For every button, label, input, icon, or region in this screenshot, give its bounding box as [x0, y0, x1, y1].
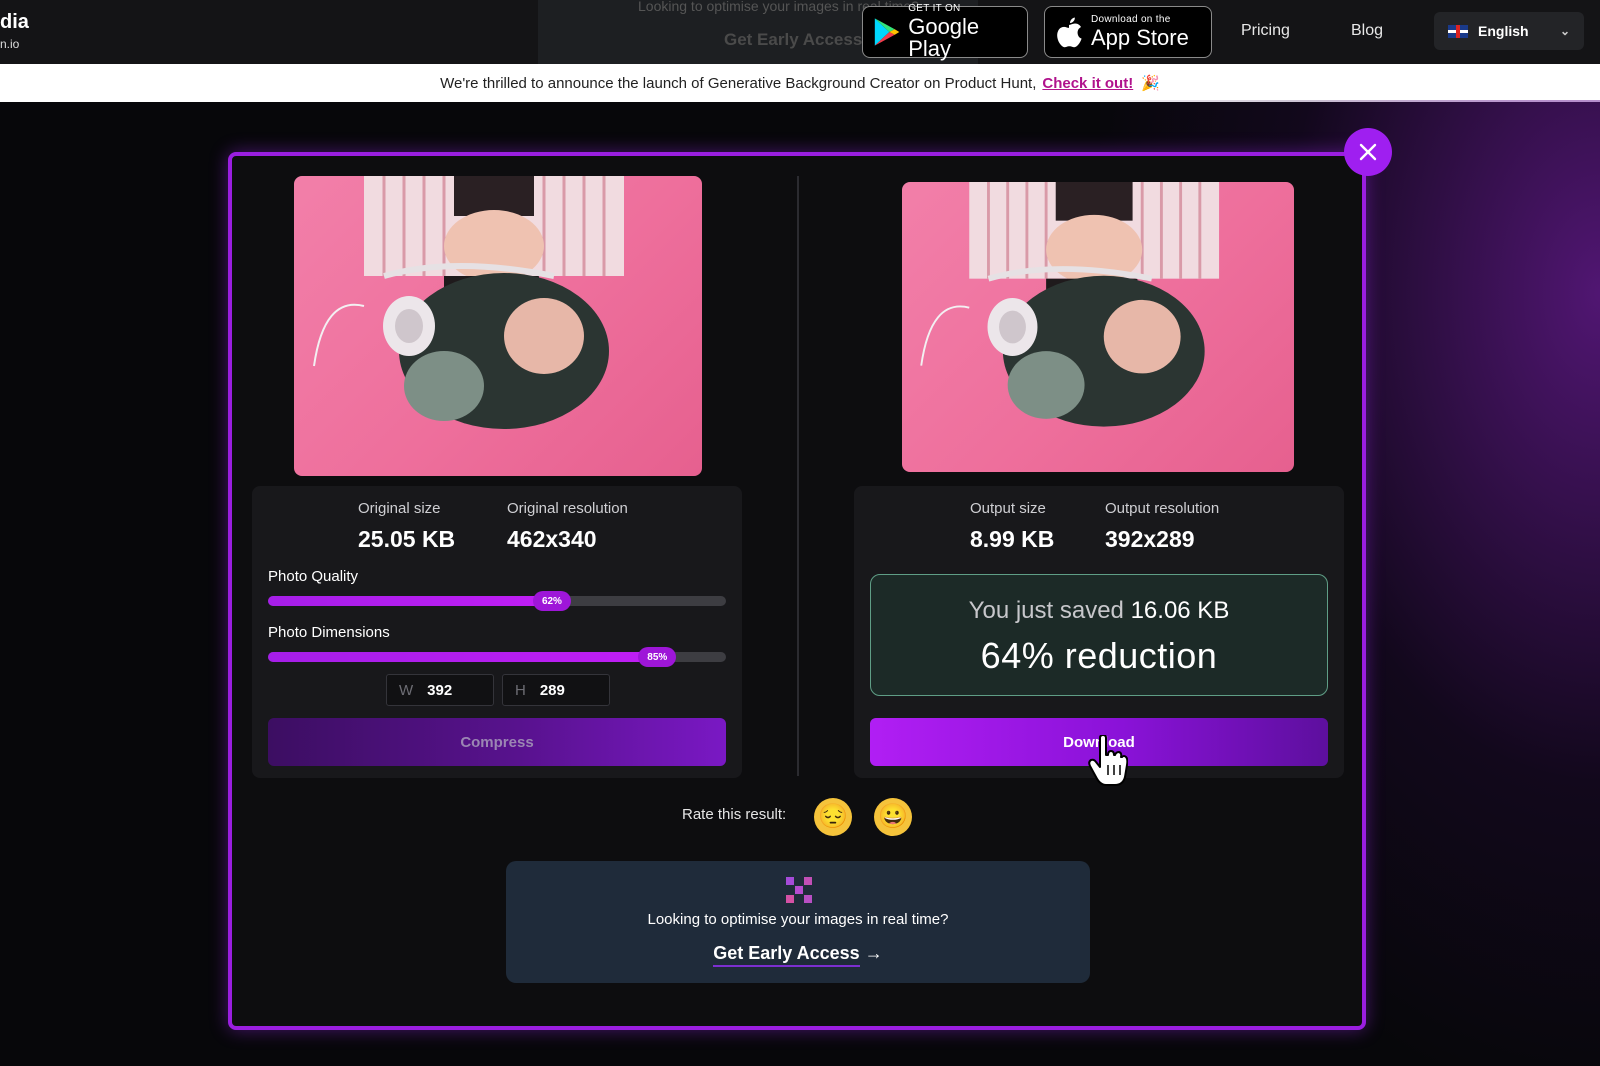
photo-dimensions-handle[interactable]: 85% — [638, 647, 677, 667]
language-selector[interactable]: English ⌄ — [1434, 12, 1584, 50]
original-size-value: 25.05 KB — [358, 526, 456, 552]
announcement-link[interactable]: Check it out! — [1042, 75, 1133, 92]
output-photo-illustration — [920, 182, 1220, 427]
google-play-small-text: GET IT ON — [908, 3, 961, 14]
output-resolution-label: Output resolution — [1105, 500, 1220, 517]
original-image-preview — [294, 176, 702, 476]
chevron-down-icon: ⌄ — [1559, 24, 1570, 38]
arrow-right-icon: → — [864, 943, 883, 963]
top-navigation-bar: dia n.io Looking to optimise your images… — [0, 0, 1600, 64]
photo-dimensions-fill — [268, 652, 658, 662]
uk-flag-icon — [1448, 24, 1468, 38]
google-play-icon — [874, 18, 900, 46]
photo-quality-label: Photo Quality — [268, 568, 359, 585]
output-resolution-value: 392x289 — [1105, 526, 1195, 552]
photo-quality-handle[interactable]: 62% — [532, 591, 571, 611]
height-field[interactable]: H 289 — [502, 674, 610, 706]
brand-x-icon — [786, 877, 812, 903]
output-size-label: Output size — [970, 500, 1046, 517]
photo-dimensions-slider[interactable]: 85% — [268, 647, 726, 667]
height-key: H — [515, 681, 526, 699]
width-value: 392 — [427, 681, 453, 699]
hand-cursor-icon — [1088, 735, 1128, 786]
saved-line: You just saved 16.06 KB — [871, 597, 1327, 625]
photo-quality-value: 62% — [541, 595, 562, 607]
column-divider — [797, 176, 799, 776]
happy-face-icon[interactable]: 😀 — [874, 798, 912, 836]
original-photo-illustration — [313, 176, 624, 429]
language-label: English — [1478, 23, 1529, 39]
sad-face-icon[interactable]: 😔 — [814, 798, 852, 836]
app-store-big-text: App Store — [1091, 25, 1189, 50]
logo-line-1: dia — [0, 11, 29, 33]
promo-question: Looking to optimise your images in real … — [647, 911, 949, 928]
saved-amount: 16.06 KB — [1130, 597, 1230, 624]
get-early-access-label: Get Early Access — [713, 943, 860, 967]
apple-icon — [1057, 17, 1082, 48]
saved-prefix: You just saved — [968, 597, 1124, 624]
party-icon: 🎉 — [1141, 75, 1160, 92]
close-button[interactable] — [1344, 128, 1392, 176]
photo-quality-fill — [268, 596, 552, 606]
reduction-percent: 64% reduction — [980, 635, 1218, 676]
original-resolution-value: 462x340 — [507, 526, 597, 552]
google-play-button[interactable]: GET IT ON Google Play — [862, 3, 1028, 61]
google-play-big-text: Google Play — [908, 14, 980, 61]
compress-button[interactable]: Compress — [268, 718, 726, 766]
width-field[interactable]: W 392 — [386, 674, 494, 706]
announcement-bar: We're thrilled to announce the launch of… — [0, 64, 1600, 102]
photo-quality-slider[interactable]: 62% — [268, 591, 726, 611]
get-early-access-link[interactable]: Get Early Access → — [506, 943, 1090, 967]
original-size-label: Original size — [358, 500, 441, 517]
original-resolution-label: Original resolution — [507, 500, 628, 517]
app-store-small-text: Download on the — [1091, 14, 1171, 25]
site-logo[interactable]: dia n.io — [0, 12, 29, 50]
width-key: W — [399, 681, 414, 699]
photo-dimensions-label: Photo Dimensions — [268, 624, 390, 641]
photo-dimensions-value: 85% — [647, 651, 668, 663]
logo-line-2: n.io — [0, 37, 20, 51]
height-value: 289 — [539, 681, 565, 699]
rate-result-label: Rate this result: — [682, 806, 787, 823]
savings-summary: You just saved 16.06 KB 64% reduction — [870, 574, 1328, 696]
early-access-promo: Looking to optimise your images in real … — [506, 861, 1090, 983]
announcement-text: We're thrilled to announce the launch of… — [440, 74, 1037, 92]
nav-link-pricing[interactable]: Pricing — [1241, 22, 1290, 40]
ghost-promo-cta: Get Early Access — [724, 30, 863, 49]
output-size-value: 8.99 KB — [970, 526, 1055, 552]
output-image-preview — [902, 182, 1294, 472]
close-icon — [1359, 143, 1377, 161]
nav-link-blog[interactable]: Blog — [1351, 22, 1383, 40]
original-settings-panel: Original size 25.05 KB Original resoluti… — [252, 486, 742, 778]
app-store-button[interactable]: Download on the App Store — [1044, 6, 1212, 58]
